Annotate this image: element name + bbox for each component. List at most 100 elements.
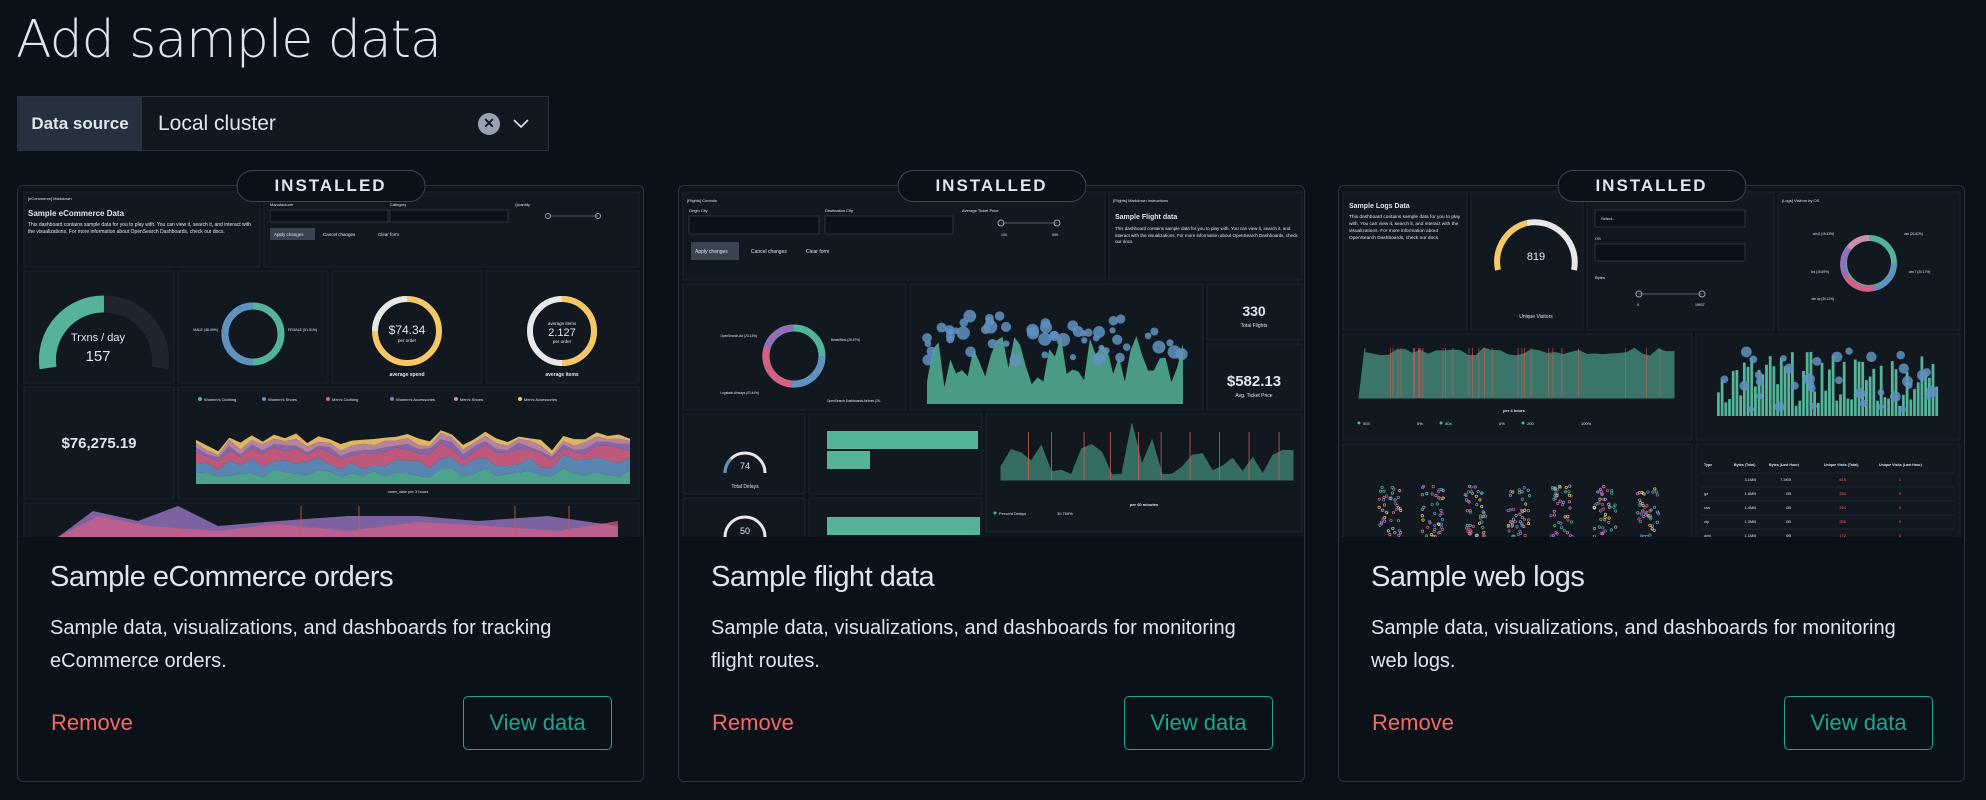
bar bbox=[1853, 359, 1857, 416]
view-data-button[interactable]: View data bbox=[1124, 696, 1273, 750]
bubble-point bbox=[1854, 388, 1866, 399]
view-data-button[interactable]: View data bbox=[463, 696, 612, 750]
bar bbox=[1846, 398, 1850, 416]
bar bbox=[1920, 356, 1924, 416]
carrier-label: Logstash Airways (23.44%) bbox=[720, 391, 759, 395]
control-label: Bytes bbox=[1595, 275, 1605, 280]
bar bbox=[1816, 402, 1820, 416]
avg-ticket-label: Avg. Ticket Price bbox=[1235, 393, 1272, 399]
bar bbox=[1887, 398, 1890, 416]
sample-card-flights: INSTALLED [Flights] Controls Origin City… bbox=[678, 170, 1305, 782]
control-label: Average Ticket Price bbox=[962, 208, 999, 213]
legend-label: Women's Clothing bbox=[204, 397, 236, 402]
table-header: Unique Visits (Last Hour) bbox=[1879, 463, 1923, 467]
x-axis-label: order_date per 3 hours bbox=[388, 489, 429, 494]
bubble-point bbox=[1860, 399, 1868, 408]
bubble-point bbox=[1026, 327, 1040, 340]
legend-value: 0% bbox=[1499, 421, 1505, 426]
carrier-label: OpenSearch Dashboards Airlines (26... bbox=[827, 399, 882, 403]
table-cell: 1.4MB bbox=[1744, 505, 1756, 510]
data-source-label: Data source bbox=[18, 97, 142, 150]
apply-changes-label: Apply changes bbox=[695, 249, 728, 255]
table-cell: 0B bbox=[1786, 533, 1791, 537]
panel-title: [eCommerce] Markdown bbox=[28, 196, 72, 201]
chevron-down-icon[interactable] bbox=[510, 113, 532, 135]
bubble-point bbox=[1831, 351, 1843, 363]
bubble-point bbox=[1834, 376, 1843, 385]
table-cell: 1.2MB bbox=[1744, 519, 1756, 524]
legend-swatch bbox=[390, 397, 394, 401]
panel-title: [Logs] Visitors by OS bbox=[1782, 198, 1820, 203]
card-title: Sample web logs bbox=[1371, 561, 1585, 593]
bubble-point bbox=[1896, 350, 1905, 360]
legend-value: 0% bbox=[1417, 421, 1423, 426]
os-label: win 7 (20.17%) bbox=[1909, 270, 1930, 274]
bubble-point bbox=[994, 311, 1005, 321]
bar bbox=[1865, 380, 1868, 416]
bubble-point bbox=[1144, 332, 1152, 340]
installed-badge: INSTALLED bbox=[1557, 170, 1746, 202]
bubble-point bbox=[965, 346, 976, 358]
bubble-point bbox=[1780, 355, 1787, 362]
control-label: Manufacturer bbox=[270, 202, 294, 207]
bubble-point bbox=[983, 320, 998, 334]
remove-button[interactable]: Remove bbox=[712, 710, 794, 736]
bar bbox=[1794, 405, 1798, 416]
bubble-point bbox=[946, 335, 955, 344]
table-cell: 172 bbox=[1839, 533, 1846, 537]
bubble-point bbox=[1112, 334, 1123, 345]
bar bbox=[1909, 399, 1913, 416]
bubble-point bbox=[1784, 363, 1794, 374]
remove-button[interactable]: Remove bbox=[1372, 710, 1454, 736]
view-data-button[interactable]: View data bbox=[1784, 696, 1933, 750]
markdown-text: This dashboard contains sample data for … bbox=[28, 222, 251, 235]
bubble-point bbox=[1774, 401, 1785, 412]
bubble-point bbox=[1003, 340, 1010, 347]
control-label: OS bbox=[1595, 236, 1601, 241]
bar bbox=[1835, 400, 1839, 416]
table-cell: 615 bbox=[1839, 477, 1846, 482]
bar bbox=[1850, 399, 1853, 416]
bubble-point bbox=[1812, 356, 1822, 366]
cancel-changes-label: Cancel changes bbox=[323, 232, 356, 237]
slider-min: 100 bbox=[1001, 233, 1007, 237]
bar bbox=[1728, 399, 1731, 416]
bar bbox=[1916, 382, 1920, 416]
dashboard-preview-flights: [Flights] Controls Origin City Destinati… bbox=[679, 186, 1304, 537]
legend-label: 503 bbox=[1363, 421, 1370, 426]
data-source-value[interactable]: Local cluster bbox=[142, 112, 478, 136]
sample-card-weblogs: INSTALLED Sample Logs Data This dashboar… bbox=[1338, 170, 1965, 782]
page-title: Add sample data bbox=[16, 10, 442, 70]
bubble-point bbox=[1092, 352, 1106, 366]
bubble-point bbox=[956, 326, 970, 340]
bar bbox=[1798, 400, 1802, 416]
cancel-changes-label: Cancel changes bbox=[751, 249, 787, 255]
remove-button[interactable]: Remove bbox=[51, 710, 133, 736]
bubble-point bbox=[922, 354, 934, 366]
legend-label: Women's Accessories bbox=[396, 397, 435, 402]
gauge-value: 819 bbox=[1527, 251, 1545, 263]
data-source-selector[interactable]: Data source Local cluster ✕ bbox=[17, 96, 549, 151]
dashboard-preview-ecommerce: [eCommerce] Markdown Sample eCommerce Da… bbox=[18, 186, 643, 537]
table-header: Unique Visits (Total) bbox=[1824, 463, 1859, 467]
card-description: Sample data, visualizations, and dashboa… bbox=[711, 617, 1236, 672]
bubble-point bbox=[1739, 380, 1750, 391]
table-cell: 0B bbox=[1786, 519, 1791, 524]
table-cell: 3.1MB bbox=[1744, 477, 1756, 482]
slider-max: 999 bbox=[1052, 233, 1058, 237]
installed-badge: INSTALLED bbox=[897, 170, 1086, 202]
clear-icon[interactable]: ✕ bbox=[478, 112, 500, 135]
bubble-point bbox=[924, 340, 932, 348]
bubble-point bbox=[1081, 337, 1088, 344]
carrier-label: BeatsWest (26.67%) bbox=[831, 338, 860, 342]
bubble-point bbox=[1009, 353, 1023, 367]
percent-delays-value: 30.769% bbox=[1057, 511, 1073, 516]
table-cell: 283 bbox=[1839, 491, 1846, 496]
table-cell: deb bbox=[1704, 533, 1711, 537]
bubble-point bbox=[1039, 321, 1053, 334]
avg-price-sub: per order bbox=[398, 338, 417, 343]
bar bbox=[1831, 355, 1835, 416]
os-label: ios (19.69%) bbox=[1811, 270, 1829, 274]
dashboard-preview-logs: Sample Logs Data This dashboard contains… bbox=[1339, 186, 1964, 537]
installed-badge: INSTALLED bbox=[236, 170, 425, 202]
